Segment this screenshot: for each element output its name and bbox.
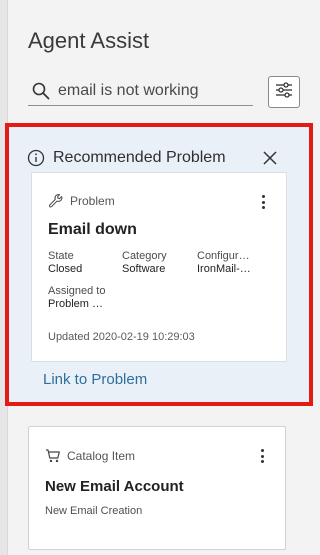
search-icon [32, 81, 52, 101]
close-icon[interactable] [261, 149, 279, 167]
catalog-item-subtitle: New Email Creation [45, 505, 143, 517]
kebab-icon[interactable] [259, 449, 265, 463]
info-icon [27, 149, 45, 167]
card-type-label: Problem [70, 194, 115, 208]
card-title: Email down [48, 221, 137, 238]
field-value: IronMail-… [197, 263, 251, 275]
search-input[interactable] [58, 81, 248, 100]
field-assigned-to: Assigned to Problem … [48, 285, 105, 311]
search-bar[interactable] [28, 76, 253, 106]
recommended-header: Recommended Problem [27, 147, 226, 169]
recommended-problem-panel: Recommended Problem Problem Email down S… [5, 123, 313, 406]
field-value: Problem … [48, 298, 104, 310]
field-configuration-item: Configur… IronMail-… [197, 250, 251, 276]
recommended-title: Recommended Problem [53, 149, 226, 166]
catalog-item-title: New Email Account [45, 478, 184, 495]
field-label: Configur… [197, 250, 250, 262]
wrench-icon [48, 193, 64, 209]
cart-icon [45, 448, 61, 464]
card-type: Problem [48, 193, 115, 209]
filter-icon [275, 81, 293, 103]
problem-card[interactable]: Problem Email down State Closed Category… [31, 172, 287, 362]
filter-button[interactable] [268, 76, 300, 108]
card-type: Catalog Item [45, 448, 135, 464]
field-state: State Closed [48, 250, 82, 276]
updated-timestamp: Updated 2020-02-19 10:29:03 [48, 331, 195, 343]
link-to-problem[interactable]: Link to Problem [43, 371, 147, 388]
field-label: Category [122, 250, 167, 262]
page-title: Agent Assist [28, 28, 150, 53]
card-type-label: Catalog Item [67, 449, 136, 463]
field-label: State [48, 250, 74, 262]
field-label: Assigned to [48, 285, 106, 297]
field-value: Software [122, 263, 166, 275]
catalog-item-card[interactable]: Catalog Item New Email Account New Email… [28, 426, 286, 550]
field-category: Category Software [122, 250, 167, 276]
field-value: Closed [48, 263, 83, 275]
kebab-icon[interactable] [260, 195, 266, 209]
